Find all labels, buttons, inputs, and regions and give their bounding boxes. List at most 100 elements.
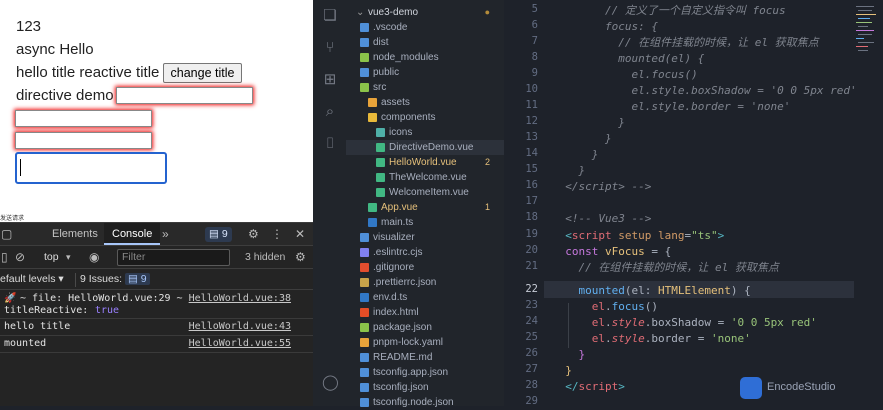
line-number: 6	[531, 19, 538, 31]
kebab-menu-icon[interactable]: ⋮	[271, 227, 283, 241]
explorer-file[interactable]: README.md	[346, 350, 504, 365]
tab-console[interactable]: Console	[104, 223, 161, 245]
explorer-file[interactable]: env.d.ts	[346, 290, 504, 305]
directive-input-1[interactable]	[116, 87, 253, 104]
minimap[interactable]	[854, 0, 883, 406]
levels-dropdown[interactable]: efault levels ▾	[0, 273, 64, 285]
explorer-folder[interactable]: visualizer	[346, 230, 504, 245]
line-number: 7	[531, 35, 538, 47]
log-source-link[interactable]: HelloWorld.vue:38	[189, 293, 291, 304]
code-editor[interactable]: // 定义了一个自定义指令叫 focus focus: { // 在组件挂载的时…	[544, 0, 883, 406]
extensions-icon[interactable]: ⊞	[322, 72, 338, 88]
search-icon[interactable]: ⌕	[322, 104, 338, 120]
explorer-file[interactable]: tsconfig.app.json	[346, 365, 504, 380]
file-icon	[360, 383, 369, 392]
explorer-file[interactable]: main.ts	[346, 215, 504, 230]
change-title-button[interactable]: change title	[163, 63, 242, 83]
explorer-files-icon[interactable]: ❏	[322, 8, 338, 24]
file-icon	[360, 323, 369, 332]
explorer-folder[interactable]: assets	[346, 95, 504, 110]
explorer-file[interactable]: DirectiveDemo.vue	[346, 140, 504, 155]
file-icon	[368, 218, 377, 227]
issues-badge-count: 9	[221, 228, 228, 240]
explorer-folder[interactable]: components	[346, 110, 504, 125]
explorer-folder[interactable]: icons	[346, 125, 504, 140]
line-number: 8	[531, 51, 538, 63]
line-number: 26	[525, 347, 538, 359]
bookmark-icon[interactable]: ⌷	[322, 136, 338, 152]
folder-icon	[376, 128, 385, 137]
log-value: true	[95, 305, 120, 316]
explorer-item-label: index.html	[373, 307, 419, 318]
inspect-icon[interactable]: ▢	[1, 227, 12, 241]
line-number: 15	[525, 163, 538, 175]
console-toolbar: ▯ ⊘ top ▾ ◉ Filter 3 hidden ⚙	[0, 246, 313, 269]
explorer-file[interactable]: WelcomeItem.vue	[346, 185, 504, 200]
file-icon	[376, 143, 385, 152]
log-source-link[interactable]: HelloWorld.vue:55	[189, 338, 291, 349]
explorer-item-label: src	[373, 82, 387, 93]
close-icon[interactable]: ✕	[295, 227, 305, 241]
more-tabs-icon[interactable]: »	[162, 227, 169, 241]
file-icon	[360, 263, 369, 272]
explorer-folder[interactable]: dist	[346, 35, 504, 50]
explorer-file[interactable]: pnpm-lock.yaml	[346, 335, 504, 350]
filter-input[interactable]: Filter	[117, 249, 230, 266]
explorer-item-label: DirectiveDemo.vue	[389, 142, 474, 153]
context-selector[interactable]: top	[44, 251, 59, 263]
tab-elements[interactable]: Elements	[44, 223, 106, 245]
explorer-file[interactable]: tsconfig.node.json	[346, 395, 504, 410]
log-text: ~ file: HelloWorld.vue:29 ~	[20, 293, 183, 304]
explorer-file[interactable]: .gitignore	[346, 260, 504, 275]
explorer-file[interactable]: .eslintrc.cjs	[346, 245, 504, 260]
line-number: 25	[525, 331, 538, 343]
issues-link[interactable]: 9 Issues: ▤ 9	[75, 273, 150, 287]
explorer-folder[interactable]: node_modules	[346, 50, 504, 65]
explorer-item-label: env.d.ts	[373, 292, 408, 303]
rocket-icon: 🚀	[4, 293, 17, 304]
explorer-file[interactable]: HelloWorld.vue 2	[346, 155, 504, 170]
text-caret	[20, 159, 21, 176]
log-text: mounted	[4, 338, 47, 349]
issues-badge[interactable]: ▤ 9	[205, 227, 232, 242]
explorer-file[interactable]: TheWelcome.vue	[346, 170, 504, 185]
account-icon[interactable]: ◯	[322, 375, 339, 391]
explorer-folder[interactable]: public	[346, 65, 504, 80]
explorer-file[interactable]: tsconfig.json	[346, 380, 504, 395]
source-control-icon[interactable]: ⑂	[322, 40, 338, 56]
directive-input-2[interactable]	[15, 110, 152, 127]
settings-gear-icon[interactable]: ⚙	[248, 227, 259, 241]
explorer-file[interactable]: index.html	[346, 305, 504, 320]
line-number: 19	[525, 228, 538, 240]
sidebar-toggle-icon[interactable]: ▯	[1, 250, 8, 264]
log-source-link[interactable]: HelloWorld.vue:43	[189, 321, 291, 332]
chevron-down-icon[interactable]: ▾	[66, 250, 71, 264]
explorer-item-label: main.ts	[381, 217, 414, 228]
log-text-label: titleReactive:	[4, 305, 89, 316]
clear-console-icon[interactable]: ⊘	[15, 250, 25, 264]
folder-icon	[368, 98, 377, 107]
root-label: vue3-demo	[368, 7, 419, 18]
explorer-root[interactable]: ⌄ vue3-demo ●	[346, 5, 504, 20]
explorer-item-label: tsconfig.app.json	[373, 367, 449, 378]
folder-icon	[360, 233, 369, 242]
page-text-async-hello: async Hello	[16, 41, 94, 58]
devtools-tabbar: ▢ Elements Console » ▤ 9 ⚙ ⋮ ✕	[0, 223, 313, 246]
eye-icon[interactable]: ◉	[89, 250, 99, 264]
explorer-folder[interactable]: .vscode	[346, 20, 504, 35]
explorer-folder[interactable]: src	[346, 80, 504, 95]
directive-input-3[interactable]	[15, 132, 152, 149]
explorer-item-label: .prettierrc.json	[373, 277, 437, 288]
focused-input[interactable]	[15, 152, 167, 184]
explorer-file[interactable]: package.json	[346, 320, 504, 335]
console-settings-icon[interactable]: ⚙	[295, 250, 306, 264]
explorer-file[interactable]: .prettierrc.json	[346, 275, 504, 290]
file-icon	[360, 278, 369, 287]
tiny-page-text: 发送请求	[0, 216, 25, 222]
explorer-item-label: TheWelcome.vue	[389, 172, 467, 183]
problem-count-badge: 1	[484, 202, 490, 212]
explorer-item-label: components	[381, 112, 436, 123]
line-number: 21	[525, 260, 538, 272]
explorer-file[interactable]: App.vue 1	[346, 200, 504, 215]
log-row: 🚀 ~ file: HelloWorld.vue:29 ~ titleReact…	[0, 291, 313, 319]
